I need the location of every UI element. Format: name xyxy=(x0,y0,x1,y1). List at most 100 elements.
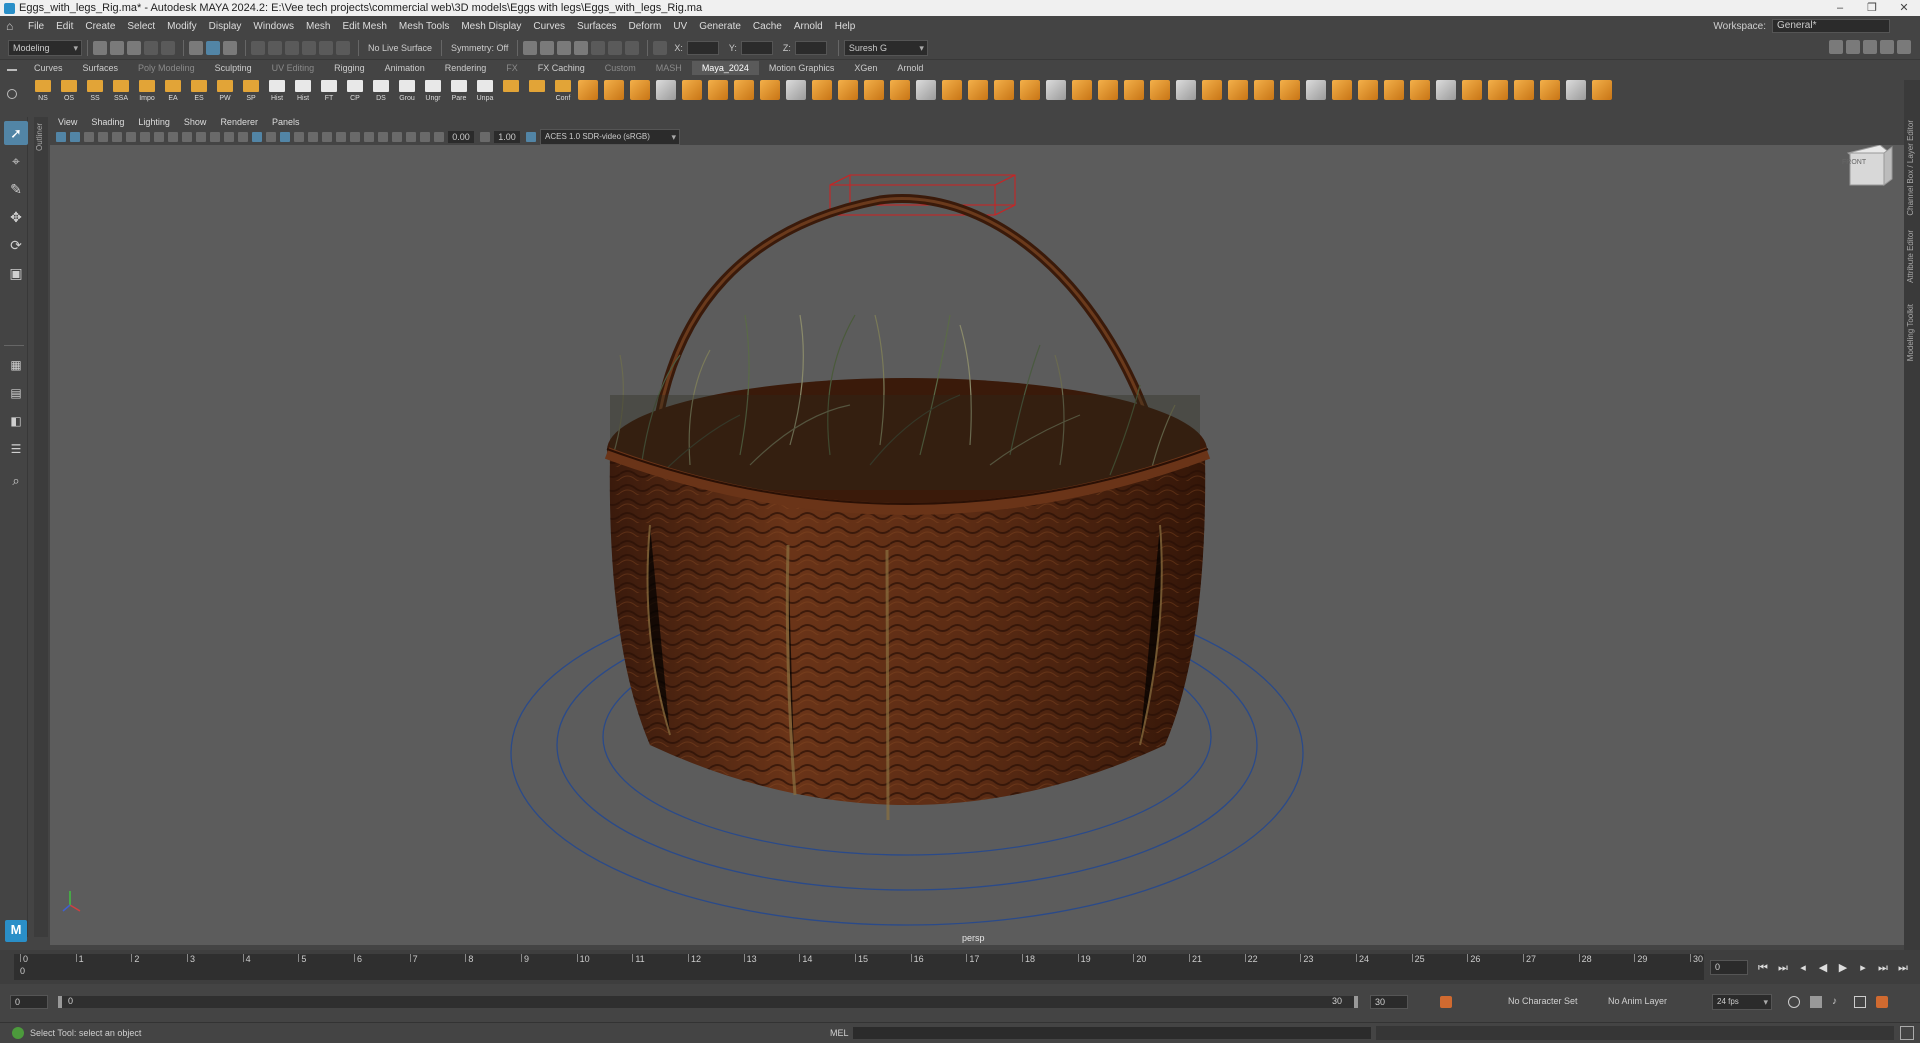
shelf-tab-rendering[interactable]: Rendering xyxy=(435,61,497,75)
shelf-button-ssa[interactable]: SSA xyxy=(110,78,132,102)
modeling-tool-icon[interactable] xyxy=(1098,80,1118,100)
x-field[interactable] xyxy=(686,40,719,55)
timeline-track[interactable]: 0 1 2 3 4 5 6 7 8 9 10 11 12 13 14 15 16 17 18 19 20 21 22 23 24… xyxy=(14,954,1704,980)
anim-prefs-icon[interactable] xyxy=(1876,996,1888,1008)
panel-menu-show[interactable]: Show xyxy=(184,117,207,127)
shelf-button-pw[interactable]: PW xyxy=(214,78,236,102)
shelf-tab-curves[interactable]: Curves xyxy=(24,61,73,75)
play-forward-icon[interactable]: ▶ xyxy=(1836,961,1850,975)
menu-file[interactable]: File xyxy=(28,21,44,32)
rotate-tool-icon[interactable]: ⟳ xyxy=(4,233,28,257)
shelf-button-sp[interactable]: SP xyxy=(240,78,262,102)
menu-curves[interactable]: Curves xyxy=(533,21,565,32)
use-all-lights-icon[interactable] xyxy=(308,132,318,142)
home-icon[interactable]: ⌂ xyxy=(6,20,20,32)
modeling-tool-icon[interactable] xyxy=(864,80,884,100)
modeling-tool-icon[interactable] xyxy=(1228,80,1248,100)
gate-mask-icon[interactable] xyxy=(168,132,178,142)
modeling-tool-icon[interactable] xyxy=(786,80,806,100)
pause-icon[interactable] xyxy=(625,40,640,55)
shadows-icon[interactable] xyxy=(322,132,332,142)
script-editor-icon[interactable] xyxy=(1900,1026,1914,1040)
textured-icon[interactable] xyxy=(294,132,304,142)
modeling-tool-icon[interactable] xyxy=(1150,80,1170,100)
modeling-tool-icon[interactable] xyxy=(578,80,598,100)
modeling-tool-icon[interactable] xyxy=(1384,80,1404,100)
modeling-tool-icon[interactable] xyxy=(1592,80,1612,100)
character-controls-icon[interactable] xyxy=(1846,40,1860,54)
live-surface-label[interactable]: No Live Surface xyxy=(368,43,432,53)
step-forward-key-icon[interactable]: ⏭ xyxy=(1876,961,1890,975)
menu-mesh[interactable]: Mesh xyxy=(306,21,330,32)
menu-surfaces[interactable]: Surfaces xyxy=(577,21,616,32)
animation-start-field[interactable]: 0 xyxy=(10,995,48,1009)
gamma-icon[interactable] xyxy=(480,132,490,142)
ambient-occlusion-icon[interactable] xyxy=(336,132,346,142)
shelf-tab-rigging[interactable]: Rigging xyxy=(324,61,375,75)
safe-action-icon[interactable] xyxy=(196,132,206,142)
film-gate-icon[interactable] xyxy=(140,132,150,142)
time-slider[interactable]: 0 1 2 3 4 5 6 7 8 9 10 11 12 13 14 15 16 17 18 19 20 21 22 23 24… xyxy=(0,950,1920,984)
menu-modify[interactable]: Modify xyxy=(167,21,196,32)
2d-pan-zoom-icon[interactable] xyxy=(112,132,122,142)
modeling-toolkit-icon[interactable] xyxy=(1829,40,1843,54)
anti-aliasing-icon[interactable] xyxy=(364,132,374,142)
shelf-button-ns[interactable]: NS xyxy=(32,78,54,102)
modeling-tool-icon[interactable] xyxy=(1332,80,1352,100)
modeling-tool-icon[interactable] xyxy=(994,80,1014,100)
menu-generate[interactable]: Generate xyxy=(699,21,741,32)
menu-mesh-display[interactable]: Mesh Display xyxy=(461,21,521,32)
shelf-settings-icon[interactable] xyxy=(7,89,17,99)
menu-mesh-tools[interactable]: Mesh Tools xyxy=(399,21,449,32)
current-frame-field[interactable]: 0 xyxy=(1710,960,1748,975)
character-set-dropdown[interactable]: No Character Set xyxy=(1508,996,1578,1006)
modeling-tool-icon[interactable] xyxy=(890,80,910,100)
select-component-icon[interactable] xyxy=(223,40,237,55)
camera-attributes-icon[interactable] xyxy=(70,132,80,142)
menu-edit-mesh[interactable]: Edit Mesh xyxy=(342,21,386,32)
close-button[interactable]: ✕ xyxy=(1888,0,1920,16)
menu-set-dropdown[interactable]: Modeling xyxy=(8,39,82,56)
shelf-button-unpa[interactable]: Unpa xyxy=(474,78,496,102)
move-tool-icon[interactable]: ✥ xyxy=(4,205,28,229)
play-backward-icon[interactable]: ◀ xyxy=(1816,961,1830,975)
shelf-tab-fx-caching[interactable]: FX Caching xyxy=(528,61,595,75)
select-object-icon[interactable] xyxy=(206,40,220,55)
scale-tool-icon[interactable]: ▣ xyxy=(4,261,28,285)
motion-blur-icon[interactable] xyxy=(350,132,360,142)
modeling-tool-icon[interactable] xyxy=(656,80,676,100)
shelf-tab-surfaces[interactable]: Surfaces xyxy=(73,61,129,75)
smooth-shade-icon[interactable] xyxy=(252,132,262,142)
grease-pencil-icon[interactable] xyxy=(126,132,136,142)
menu-cache[interactable]: Cache xyxy=(753,21,782,32)
depth-of-field-icon[interactable] xyxy=(378,132,388,142)
modeling-tool-icon[interactable] xyxy=(1176,80,1196,100)
shelf-tab-animation[interactable]: Animation xyxy=(375,61,435,75)
undo-icon[interactable] xyxy=(144,40,158,55)
menu-edit[interactable]: Edit xyxy=(56,21,73,32)
shelf-button-ea[interactable]: EA xyxy=(162,78,184,102)
hypershade-icon[interactable] xyxy=(591,40,606,55)
snap-vertex-icon[interactable] xyxy=(336,40,350,55)
shelf-button-impo[interactable]: Impo xyxy=(136,78,158,102)
shelf-button-hist[interactable]: Hist xyxy=(266,78,288,102)
field-chart-icon[interactable] xyxy=(182,132,192,142)
image-plane-icon[interactable] xyxy=(98,132,108,142)
modeling-tool-icon[interactable] xyxy=(1566,80,1586,100)
four-view-layout-icon[interactable]: ▤ xyxy=(4,381,28,405)
menu-help[interactable]: Help xyxy=(835,21,856,32)
step-back-frame-icon[interactable]: ◂ xyxy=(1796,961,1810,975)
snap-surface-icon[interactable] xyxy=(319,40,333,55)
modeling-toolkit-tab[interactable]: Modeling Toolkit xyxy=(1906,304,1915,361)
current-time-marker[interactable]: 0 xyxy=(20,966,25,976)
range-bar[interactable]: 0 30 xyxy=(58,996,1358,1008)
menu-windows[interactable]: Windows xyxy=(253,21,294,32)
select-tool-icon[interactable]: ➚ xyxy=(4,121,28,145)
wireframe-on-shaded-icon[interactable] xyxy=(280,132,290,142)
lasso-tool-icon[interactable]: ⌖ xyxy=(4,149,28,173)
snap-view-icon[interactable] xyxy=(302,40,316,55)
script-language-toggle[interactable]: MEL xyxy=(830,1028,849,1038)
tool-settings-icon[interactable] xyxy=(1880,40,1894,54)
step-back-key-icon[interactable]: ⏭ xyxy=(1776,961,1790,975)
search-icon[interactable]: ⌕ xyxy=(4,469,28,493)
